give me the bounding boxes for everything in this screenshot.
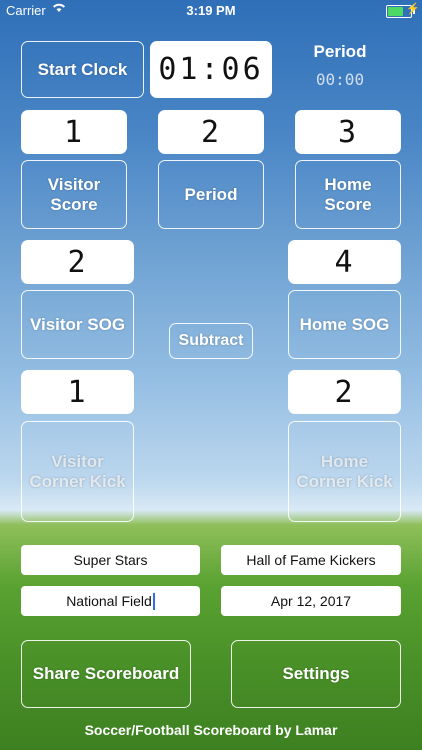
- charging-icon: ⚡: [406, 3, 420, 15]
- settings-button[interactable]: Settings: [231, 640, 401, 708]
- home-team-field[interactable]: Hall of Fame Kickers: [221, 545, 401, 575]
- visitor-corner-kick-value: 1: [21, 370, 134, 414]
- visitor-team-text: Super Stars: [73, 552, 148, 568]
- home-sog-value: 4: [288, 240, 401, 284]
- visitor-score-button[interactable]: Visitor Score: [21, 160, 127, 229]
- period-value: 2: [158, 110, 264, 154]
- footer-credit: Soccer/Football Scoreboard by Lamar: [84, 722, 338, 738]
- status-time: 3:19 PM: [186, 3, 236, 18]
- game-clock-display: 01:06: [150, 41, 272, 98]
- start-clock-button[interactable]: Start Clock: [21, 41, 144, 98]
- period-button[interactable]: Period: [158, 160, 264, 229]
- status-bar: Carrier 3:19 PM ⚡: [0, 0, 422, 22]
- period-timer-display: 00:00: [315, 70, 365, 89]
- visitor-sog-value: 2: [21, 240, 134, 284]
- visitor-sog-button[interactable]: Visitor SOG: [21, 290, 134, 359]
- home-score-value: 3: [295, 110, 401, 154]
- subtract-button[interactable]: Subtract: [169, 323, 253, 359]
- period-title: Period: [313, 42, 367, 61]
- visitor-corner-kick-button[interactable]: Visitor Corner Kick: [21, 421, 134, 522]
- date-field[interactable]: Apr 12, 2017: [221, 586, 401, 616]
- location-field[interactable]: National Field: [21, 586, 200, 616]
- home-corner-kick-button[interactable]: Home Corner Kick: [288, 421, 401, 522]
- home-score-button[interactable]: Home Score: [295, 160, 401, 229]
- visitor-team-field[interactable]: Super Stars: [21, 545, 200, 575]
- visitor-score-value: 1: [21, 110, 127, 154]
- date-text: Apr 12, 2017: [270, 593, 352, 609]
- location-text: National Field: [66, 593, 152, 609]
- home-corner-kick-value: 2: [288, 370, 401, 414]
- text-cursor: [152, 592, 155, 610]
- home-team-text: Hall of Fame Kickers: [246, 552, 376, 568]
- home-sog-button[interactable]: Home SOG: [288, 290, 401, 359]
- share-scoreboard-button[interactable]: Share Scoreboard: [21, 640, 191, 708]
